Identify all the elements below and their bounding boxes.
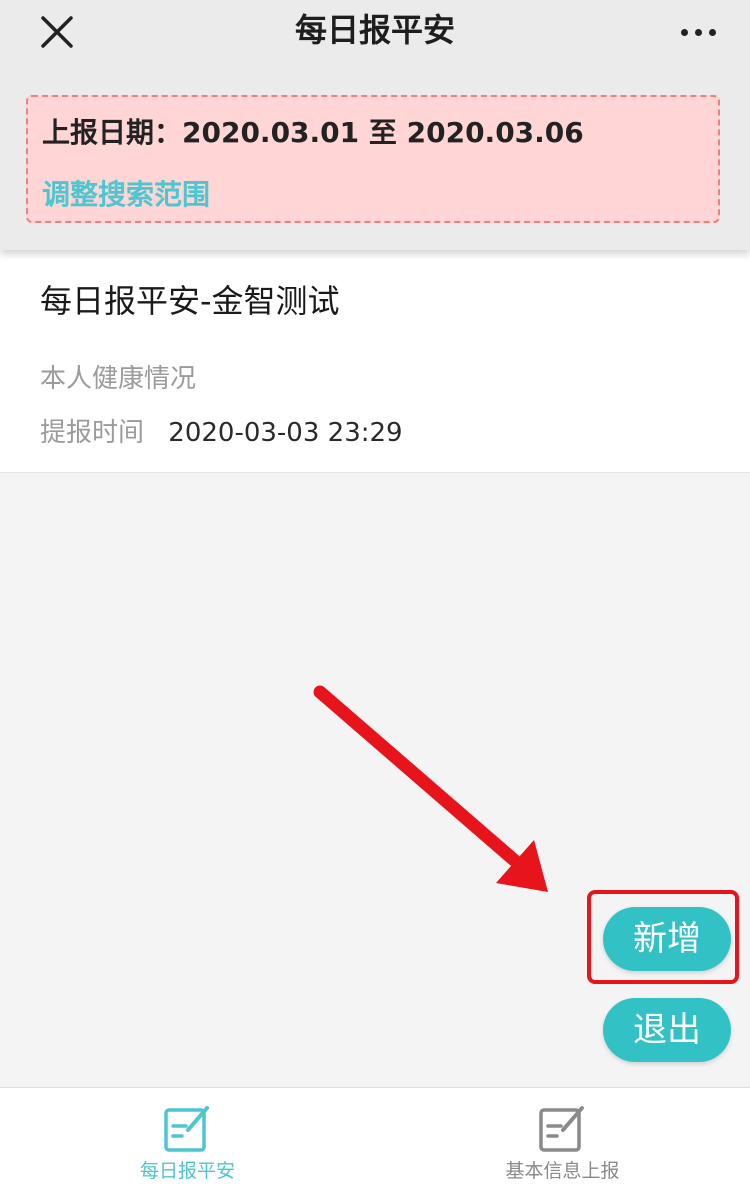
tab-daily-safety-report[interactable]: 每日报平安 xyxy=(0,1088,375,1186)
record-time-label: 提报时间 xyxy=(40,418,145,448)
bottom-tab-bar: 每日报平安 基本信息上报 xyxy=(0,1087,750,1186)
record-time-row: 提报时间 2020-03-03 23:29 xyxy=(40,412,403,449)
annotation-arrow-icon xyxy=(313,685,548,892)
tab-label: 每日报平安 xyxy=(139,1160,235,1182)
adjust-search-range-link[interactable]: 调整搜索范围 xyxy=(42,173,210,213)
top-bar: 每日报平安 上报日期：2020.03.01 至 2020.03.06 调整搜索范… xyxy=(0,0,750,250)
date-filter-box: 上报日期：2020.03.01 至 2020.03.06 调整搜索范围 xyxy=(26,95,720,223)
record-time-value: 2020-03-03 23:29 xyxy=(168,418,403,448)
add-button[interactable]: 新增 xyxy=(603,907,731,971)
close-icon xyxy=(41,16,73,48)
tab-label: 基本信息上报 xyxy=(505,1160,620,1182)
more-button[interactable] xyxy=(672,10,726,54)
page-title: 每日报平安 xyxy=(294,11,455,49)
record-title: 每日报平安-金智测试 xyxy=(40,282,340,320)
close-button[interactable] xyxy=(30,10,84,54)
exit-button[interactable]: 退出 xyxy=(603,998,731,1062)
edit-form-icon xyxy=(164,1106,209,1152)
edit-form-icon xyxy=(539,1106,584,1152)
record-health-label: 本人健康情况 xyxy=(40,364,197,394)
record-card[interactable]: 每日报平安-金智测试 本人健康情况 提报时间 2020-03-03 23:29 xyxy=(0,250,750,473)
tab-basic-info-report[interactable]: 基本信息上报 xyxy=(375,1088,750,1186)
date-range-text: 上报日期：2020.03.01 至 2020.03.06 xyxy=(42,116,584,149)
more-icon xyxy=(681,29,688,36)
